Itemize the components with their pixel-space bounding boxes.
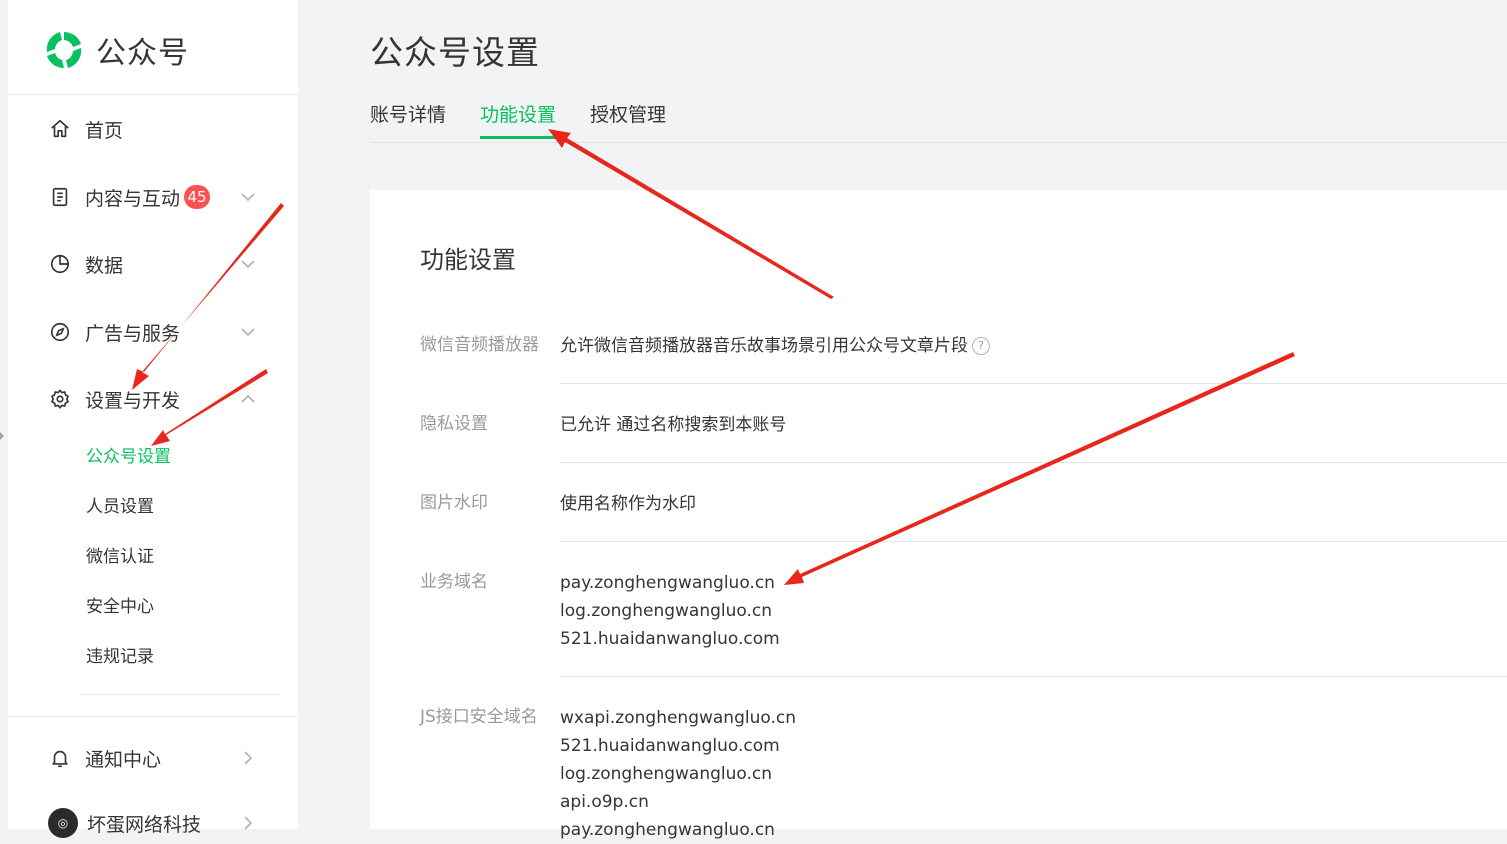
tab-feature-settings[interactable]: 功能设置 <box>480 102 557 139</box>
sidebar-subitem-verification[interactable]: 微信认证 <box>86 544 154 570</box>
divider <box>560 676 1507 677</box>
compass-icon <box>48 320 72 344</box>
divider <box>80 694 280 695</box>
sidebar-item-settings[interactable]: 设置与开发 <box>48 382 268 416</box>
sidebar-item-account[interactable]: ◎ 坏蛋网络科技 <box>48 806 268 840</box>
domain-item: 521.huaidanwangluo.com <box>560 629 780 649</box>
section-title: 功能设置 <box>420 246 516 274</box>
sidebar-item-data[interactable]: 数据 <box>48 247 268 281</box>
domain-list: wxapi.zonghengwangluo.cn 521.huaidanwang… <box>560 704 796 844</box>
chevron-up-icon[interactable] <box>238 389 258 409</box>
setting-value: 已允许 通过名称搜索到本账号 <box>560 415 787 435</box>
divider <box>560 383 1507 384</box>
setting-label: 隐私设置 <box>420 414 488 434</box>
pie-chart-icon <box>48 252 72 276</box>
avatar: ◎ <box>48 808 78 838</box>
domain-item: log.zonghengwangluo.cn <box>560 764 773 784</box>
sidebar-item-home[interactable]: 首页 <box>48 112 268 146</box>
chevron-down-icon[interactable] <box>238 187 258 207</box>
chevron-down-icon[interactable] <box>238 322 258 342</box>
domain-item: log.zonghengwangluo.cn <box>560 601 773 621</box>
chevron-right-icon[interactable] <box>238 748 258 768</box>
setting-label: 图片水印 <box>420 493 488 513</box>
domain-item: api.o9p.cn <box>560 792 649 812</box>
document-icon <box>48 185 72 209</box>
sidebar-collapse-handle[interactable] <box>0 432 4 440</box>
sidebar-item-label: 通知中心 <box>85 748 162 771</box>
sidebar-item-ads[interactable]: 广告与服务 <box>48 315 268 349</box>
sidebar-item-label: 广告与服务 <box>85 322 181 345</box>
home-icon <box>48 117 72 141</box>
setting-value: 使用名称作为水印 <box>560 494 696 514</box>
chevron-down-icon[interactable] <box>238 254 258 274</box>
setting-label: 业务域名 <box>420 572 488 592</box>
sidebar-subitem-security-center[interactable]: 安全中心 <box>86 594 154 620</box>
account-name: 坏蛋网络科技 <box>87 813 202 836</box>
notification-badge: 45 <box>184 185 211 209</box>
tab-authorization[interactable]: 授权管理 <box>590 102 666 138</box>
divider <box>8 94 298 95</box>
domain-item: pay.zonghengwangluo.cn <box>560 820 775 840</box>
wechat-mp-logo-icon <box>44 30 84 70</box>
sidebar-subitem-violations[interactable]: 违规记录 <box>86 644 154 670</box>
sidebar-item-label: 设置与开发 <box>85 389 181 412</box>
domain-item: 521.huaidanwangluo.com <box>560 736 780 756</box>
setting-value: 允许微信音频播放器音乐故事场景引用公众号文章片段? <box>560 332 990 360</box>
setting-label: 微信音频播放器 <box>420 335 539 355</box>
sidebar-item-label: 内容与互动 <box>85 187 181 210</box>
settings-card: 功能设置 微信音频播放器 允许微信音频播放器音乐故事场景引用公众号文章片段? 隐… <box>370 190 1507 840</box>
sidebar-subitem-staff-settings[interactable]: 人员设置 <box>86 494 154 520</box>
domain-item: wxapi.zonghengwangluo.cn <box>560 708 796 728</box>
domain-item: pay.zonghengwangluo.cn <box>560 573 775 593</box>
brand-logo[interactable]: 公众号 <box>42 27 189 73</box>
setting-value-text: 允许微信音频播放器音乐故事场景引用公众号文章片段 <box>560 336 968 356</box>
help-icon[interactable]: ? <box>972 337 990 355</box>
sidebar-item-notifications[interactable]: 通知中心 <box>48 741 268 775</box>
divider <box>560 541 1507 542</box>
sidebar-item-label: 数据 <box>85 254 124 277</box>
domain-list: pay.zonghengwangluo.cn log.zonghengwangl… <box>560 569 780 653</box>
brand-name: 公众号 <box>96 36 189 71</box>
sidebar-item-content[interactable]: 内容与互动 45 <box>48 180 268 214</box>
setting-label: JS接口安全域名 <box>420 707 538 727</box>
sidebar-item-label: 首页 <box>85 119 124 142</box>
tab-bar: 账号详情 功能设置 授权管理 <box>370 98 1507 143</box>
gear-icon <box>48 387 72 411</box>
bell-icon <box>48 746 72 770</box>
divider <box>560 462 1507 463</box>
chevron-right-icon[interactable] <box>238 813 258 833</box>
sidebar: 公众号 首页 内容与互动 45 数据 广告与服务 设置与开发 公众号设置 人员设… <box>8 0 298 838</box>
page-title: 公众号设置 <box>370 33 540 72</box>
tab-account-details[interactable]: 账号详情 <box>370 102 446 138</box>
sidebar-subitem-account-settings[interactable]: 公众号设置 <box>86 444 171 470</box>
divider <box>8 716 298 717</box>
